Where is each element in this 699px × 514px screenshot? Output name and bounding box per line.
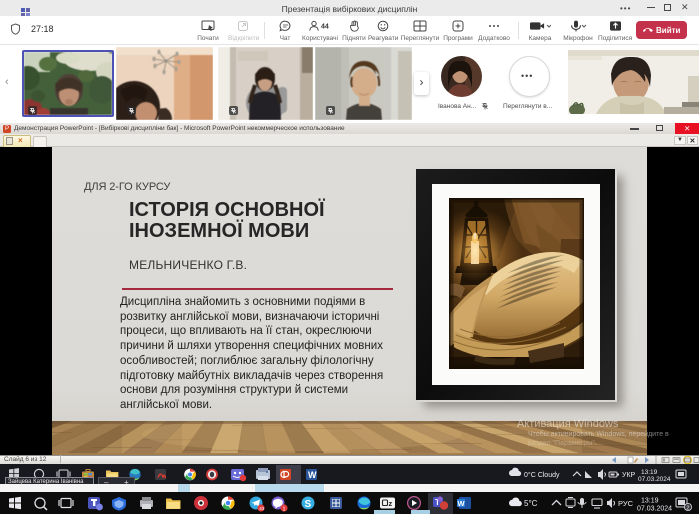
svg-text:W: W bbox=[458, 499, 466, 508]
svg-text:07.03.2024: 07.03.2024 bbox=[638, 476, 671, 483]
svg-text:z: z bbox=[389, 499, 393, 508]
svg-text:2: 2 bbox=[686, 506, 689, 512]
svg-text:1: 1 bbox=[283, 506, 286, 512]
svg-text:07.03.2024: 07.03.2024 bbox=[637, 506, 672, 513]
svg-text:13:19: 13:19 bbox=[641, 469, 658, 476]
svg-text:13:19: 13:19 bbox=[641, 498, 659, 505]
svg-text:W: W bbox=[308, 470, 317, 480]
svg-text:УКР: УКР bbox=[622, 472, 636, 479]
svg-text:44: 44 bbox=[321, 24, 329, 31]
svg-text:0°C Cloudy: 0°C Cloudy bbox=[524, 471, 560, 479]
svg-text:S: S bbox=[305, 499, 312, 510]
svg-text:43: 43 bbox=[259, 506, 265, 511]
svg-text:5°C: 5°C bbox=[524, 499, 538, 508]
svg-text:РУС: РУС bbox=[618, 499, 634, 508]
